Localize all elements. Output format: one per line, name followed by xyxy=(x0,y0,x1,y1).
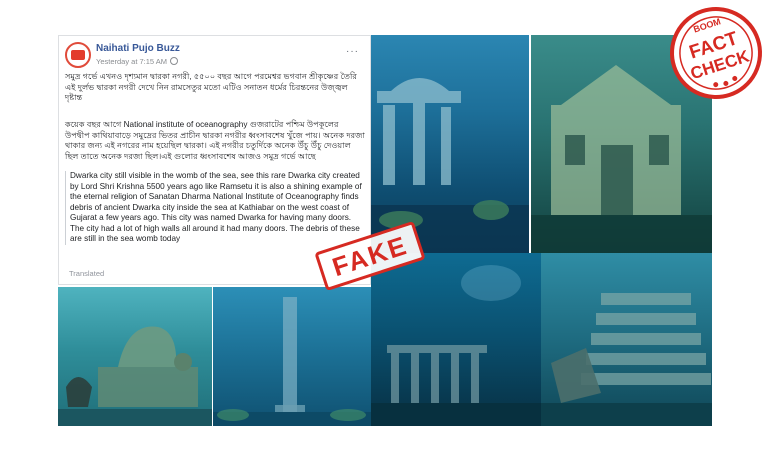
pillar-illustration xyxy=(213,297,371,426)
ruins-arch-illustration xyxy=(371,78,529,253)
post-header: Naihati Pujo Buzz Yesterday at 7:15 AM ·… xyxy=(65,42,365,70)
steps-illustration xyxy=(541,293,712,426)
boom-fact-check-badge: BOOM FACT CHECK xyxy=(670,7,762,99)
post-text-bengali-2: কয়েক বছর আগে National institute of ocea… xyxy=(65,120,365,161)
page-name-link[interactable]: Naihati Pujo Buzz xyxy=(96,43,180,54)
underwater-ruins-image-1 xyxy=(371,35,529,253)
more-options-icon[interactable]: ··· xyxy=(346,46,359,57)
underwater-lion-statue-image xyxy=(58,287,212,426)
page-avatar[interactable] xyxy=(65,42,91,68)
columns-illustration xyxy=(371,265,541,426)
underwater-steps-image xyxy=(541,253,712,426)
globe-icon xyxy=(170,57,179,65)
timestamp-text: Yesterday at 7:15 AM xyxy=(96,57,168,66)
underwater-columns-image xyxy=(371,253,541,426)
translated-label[interactable]: Translated xyxy=(69,269,104,278)
underwater-pillar-image xyxy=(213,287,371,426)
post-timestamp[interactable]: Yesterday at 7:15 AM xyxy=(96,57,179,66)
lion-statue-illustration xyxy=(58,326,212,426)
post-text-bengali-1: সমুদ্র গর্ভে এখনও দৃশ্যমান দ্বারকা নগরী,… xyxy=(65,72,357,102)
post-translation: Dwarka city still visible in the womb of… xyxy=(65,171,363,245)
facebook-post-screenshot: Naihati Pujo Buzz Yesterday at 7:15 AM ·… xyxy=(58,35,371,285)
